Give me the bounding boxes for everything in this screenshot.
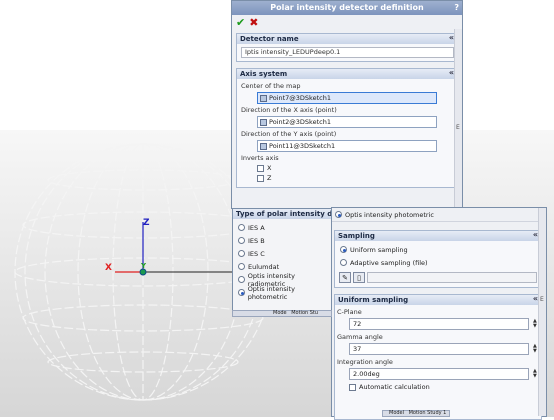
gamma-label: Gamma angle (337, 333, 383, 341)
detector-name-section: Detector name « Iptis intensity_LEDUPdee… (236, 33, 458, 62)
bottom-tabs-left: Mode Motion Stu (232, 310, 332, 317)
c-plane-label: C-Plane (337, 308, 362, 316)
tab-motion-study[interactable]: Motion Stu (291, 310, 318, 316)
radio-optis-photometric[interactable]: Optis intensity photometric (238, 285, 331, 301)
help-icon[interactable]: ? (454, 1, 459, 15)
axis-y-label: Y (141, 262, 147, 270)
radio-icon (335, 211, 342, 218)
integration-input[interactable]: 2.00deg (349, 368, 529, 380)
center-point-selector[interactable]: Point7@3DSketch1 (257, 92, 437, 104)
axis-system-header[interactable]: Axis system « (237, 68, 457, 79)
y-direction-label: Direction of the Y axis (point) (241, 130, 337, 138)
c-plane-input[interactable]: 72 (349, 318, 529, 330)
dialog-titlebar: Polar intensity detector definition ? (232, 1, 462, 15)
radio-adaptive-sampling[interactable]: Adaptive sampling (file) (340, 256, 541, 269)
ok-cancel-bar: ✔ ✖ (232, 15, 462, 31)
dialog-scrollbar[interactable]: E (454, 29, 462, 209)
detector-type-header[interactable]: Type of polar intensity detector (233, 209, 331, 219)
c-plane-spinner[interactable]: ▲ ▼ (533, 319, 537, 329)
tab-motion-study-1[interactable]: Motion Study 1 (409, 410, 447, 416)
gamma-spinner[interactable]: ▲ ▼ (533, 344, 537, 354)
browse-file-icon[interactable]: ✎ (339, 272, 351, 283)
detector-name-header[interactable]: Detector name « (237, 33, 457, 44)
y-direction-selector[interactable]: Point11@3DSketch1 (257, 140, 437, 152)
dialog-title: Polar intensity detector definition (270, 3, 424, 12)
x-direction-selector[interactable]: Point2@3DSketch1 (257, 116, 437, 128)
integration-label: Integration angle (337, 358, 393, 366)
adaptive-file-input[interactable] (367, 272, 537, 283)
point-icon (260, 118, 267, 126)
invert-x-checkbox[interactable]: X (257, 164, 454, 172)
tab-model-2[interactable]: Model (389, 410, 404, 416)
detector-type-panel: Type of polar intensity detector IES A I… (232, 208, 332, 316)
axis-x-label: X (105, 263, 112, 273)
inverts-axis-label: Inverts axis (241, 154, 279, 162)
polar-intensity-dialog: Polar intensity detector definition ? ✔ … (231, 0, 463, 209)
x-direction-label: Direction of the X axis (point) (241, 106, 337, 114)
ok-button[interactable]: ✔ (236, 17, 245, 28)
sampling-panel: Optis intensity photometric Sampling « U… (331, 207, 547, 420)
bottom-tabs-right: Model Motion Study 1 (382, 410, 450, 417)
axis-z-label: Z (143, 218, 150, 228)
center-label: Center of the map (241, 82, 301, 90)
invert-z-checkbox[interactable]: Z (257, 174, 454, 182)
radio-ies-b[interactable]: IES B (238, 234, 331, 247)
file-info-icon[interactable]: ▯ (353, 272, 365, 283)
sampling-scrollbar[interactable]: E (538, 208, 546, 416)
cancel-button[interactable]: ✖ (249, 17, 258, 28)
radio-ies-c[interactable]: IES C (238, 247, 331, 260)
radio-uniform-sampling[interactable]: Uniform sampling (340, 243, 541, 256)
automatic-calculation-checkbox[interactable]: Automatic calculation (349, 383, 541, 391)
gamma-input[interactable]: 37 (349, 343, 529, 355)
uniform-sampling-section: Uniform sampling « C-Plane 72 ▲ ▼ Gamma a… (334, 294, 542, 420)
point-icon (260, 94, 267, 102)
integration-spinner[interactable]: ▲ ▼ (533, 369, 537, 379)
sampling-header[interactable]: Sampling « (335, 230, 541, 241)
uniform-sampling-header[interactable]: Uniform sampling « (335, 294, 541, 305)
radio-ies-a[interactable]: IES A (238, 221, 331, 234)
photometric-selected-row[interactable]: Optis intensity photometric (332, 208, 546, 222)
sampling-section: Sampling « Uniform sampling Adaptive sam… (334, 230, 542, 288)
detector-name-input[interactable]: Iptis intensity_LEDUPdeep0.1 (241, 47, 454, 58)
point-icon (260, 142, 267, 150)
tab-model[interactable]: Mode (273, 310, 287, 316)
axis-system-section: Axis system « Center of the map Point7@3… (236, 68, 458, 188)
